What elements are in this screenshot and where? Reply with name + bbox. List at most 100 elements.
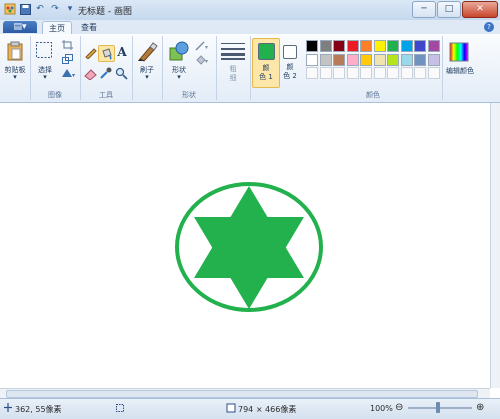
palette-swatch[interactable] [333, 40, 345, 52]
palette-swatch[interactable] [414, 40, 426, 52]
brushes-group: 刷子 ▾ [132, 36, 163, 100]
zoom-slider-thumb[interactable] [436, 402, 440, 413]
edit-colors-icon[interactable] [449, 42, 469, 62]
canvas[interactable] [0, 103, 490, 388]
palette-swatch[interactable] [373, 53, 386, 66]
palette-swatch[interactable] [346, 40, 359, 52]
color1-button[interactable]: 颜 色 1 [252, 38, 280, 88]
customize-toolbar-icon[interactable]: ▾ [64, 3, 76, 15]
tools-group: A 工具 [80, 36, 133, 100]
color2-button[interactable]: 颜 色 2 [280, 38, 302, 86]
paste-dropdown-icon[interactable]: ▾ [0, 73, 30, 81]
fill-icon[interactable]: ▾ [195, 55, 211, 65]
svg-text:▾: ▾ [205, 58, 208, 65]
select-dropdown-icon[interactable]: ▾ [32, 73, 58, 81]
drawing-svg [175, 182, 323, 312]
size-group: 粗 细 [216, 36, 251, 100]
horizontal-scroll-thumb[interactable] [6, 390, 478, 398]
palette-swatch-empty[interactable] [427, 67, 440, 79]
text-tool-icon[interactable]: A [115, 45, 129, 59]
palette-swatch-empty[interactable] [333, 67, 345, 79]
line-size-icon[interactable] [221, 42, 245, 60]
select-icon[interactable] [35, 41, 53, 59]
ribbon: 剪贴板 ▾ 选择 ▾ ▾ 图像 A 工具 刷子 ▾ 形状 ▾ ▾ ▾ 形状 粗 … [0, 34, 500, 103]
zoom-in-icon[interactable]: ⊕ [476, 402, 484, 413]
edit-colors-label[interactable]: 编辑颜色 [442, 66, 478, 76]
redo-icon[interactable]: ↷ [49, 3, 61, 15]
fill-with-color-icon[interactable] [98, 45, 115, 62]
status-bar: 362, 55像素 794 × 466像素 100% ⊖ ⊕ [0, 398, 500, 419]
palette-swatch-empty[interactable] [346, 67, 359, 79]
palette-swatch[interactable] [427, 53, 440, 66]
zoom-out-icon[interactable]: ⊖ [395, 402, 403, 413]
color-picker-icon[interactable] [99, 67, 112, 80]
color1-label-bottom: 色 1 [259, 73, 273, 81]
svg-text:▾: ▾ [72, 72, 75, 78]
svg-text:▾: ▾ [205, 44, 208, 51]
image-group: 选择 ▾ ▾ 图像 [30, 36, 81, 100]
vertical-scrollbar[interactable] [490, 103, 500, 388]
ribbon-tab-bar: ▤▾ 主页 查看 ? [0, 20, 500, 35]
colors-group-label: 颜色 [366, 91, 380, 99]
paste-icon[interactable] [6, 41, 24, 61]
undo-icon[interactable]: ↶ [34, 3, 46, 15]
tools-group-label: 工具 [99, 91, 113, 99]
horizontal-scrollbar[interactable] [0, 388, 490, 398]
eraser-icon[interactable] [84, 67, 97, 80]
size-label-bottom[interactable]: 细 [216, 73, 250, 83]
palette-swatch[interactable] [400, 40, 413, 52]
color2-swatch [283, 45, 297, 59]
color1-swatch [258, 43, 275, 60]
maximize-button[interactable]: □ [437, 1, 461, 18]
quick-access-toolbar: ↶ ↷ ▾ [4, 3, 76, 15]
palette-swatch[interactable] [306, 40, 318, 52]
palette-swatch[interactable] [333, 53, 345, 66]
zoom-slider[interactable] [408, 407, 472, 409]
minimize-button[interactable]: ─ [412, 1, 436, 18]
palette-swatch[interactable] [387, 40, 399, 52]
palette-swatch[interactable] [319, 53, 332, 66]
colors-group: 颜色 [304, 36, 443, 100]
rotate-icon[interactable]: ▾ [61, 68, 75, 78]
brushes-dropdown-icon[interactable]: ▾ [132, 73, 162, 81]
shapes-icon[interactable] [168, 40, 190, 62]
shapes-dropdown-icon[interactable]: ▾ [164, 73, 194, 81]
close-button[interactable]: ✕ [462, 1, 498, 18]
app-menu-button[interactable]: ▤▾ [3, 21, 37, 33]
palette-swatch[interactable] [427, 40, 440, 52]
tab-home[interactable]: 主页 [42, 21, 72, 35]
image-group-label: 图像 [48, 91, 62, 99]
crop-icon[interactable] [61, 40, 73, 50]
help-icon[interactable]: ? [484, 22, 494, 32]
brush-icon[interactable] [136, 41, 158, 63]
palette-swatch-empty[interactable] [373, 67, 386, 79]
palette-swatch[interactable] [414, 53, 426, 66]
palette-swatch-empty[interactable] [414, 67, 426, 79]
outline-icon[interactable]: ▾ [195, 41, 211, 51]
canvas-size-icon [226, 403, 236, 415]
palette-swatch-empty[interactable] [400, 67, 413, 79]
palette-swatch[interactable] [400, 53, 413, 66]
zoom-level: 100% [370, 404, 393, 413]
palette-swatch-empty[interactable] [360, 67, 372, 79]
palette-swatch[interactable] [360, 53, 372, 66]
save-icon[interactable] [19, 3, 31, 15]
color2-label-bottom: 色 2 [283, 72, 297, 80]
shapes-group-label: 形状 [182, 91, 196, 99]
palette-swatch[interactable] [387, 53, 399, 66]
magnifier-icon[interactable] [115, 67, 128, 80]
palette-swatch-empty[interactable] [306, 67, 318, 79]
palette-swatch[interactable] [346, 53, 359, 66]
paint-app-icon[interactable] [4, 3, 16, 15]
palette-swatch[interactable] [306, 53, 318, 66]
pencil-icon[interactable] [84, 46, 97, 59]
palette-swatch-empty[interactable] [387, 67, 399, 79]
palette-swatch[interactable] [360, 40, 372, 52]
window-title: 无标题 - 画图 [78, 7, 132, 17]
palette-swatch[interactable] [319, 40, 332, 52]
resize-icon[interactable] [61, 54, 73, 64]
tab-view[interactable]: 查看 [76, 21, 102, 34]
palette-swatch[interactable] [373, 40, 386, 52]
cursor-position: 362, 55像素 [15, 405, 62, 414]
palette-swatch-empty[interactable] [319, 67, 332, 79]
